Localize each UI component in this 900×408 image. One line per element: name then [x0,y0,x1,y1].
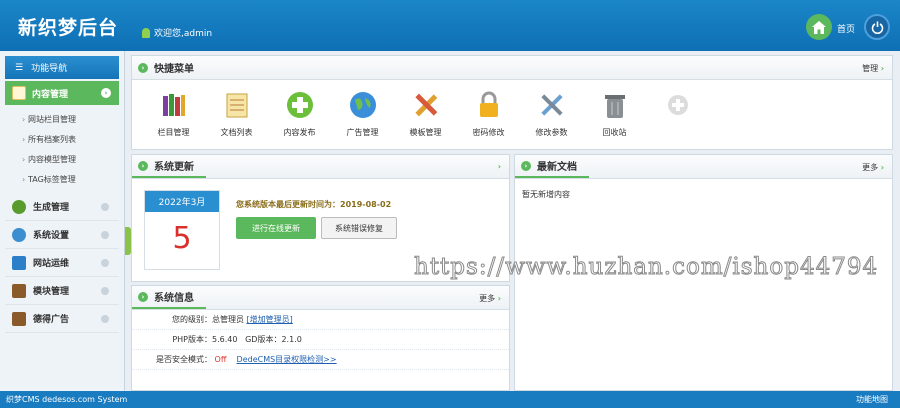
globe-icon [349,92,376,118]
sidebar-sub-archives[interactable]: 所有档案列表 [0,129,124,149]
monitor-icon [12,255,26,270]
sidebar-item-generate[interactable]: 生成管理 [5,193,119,221]
quick-item-category[interactable]: 栏目管理 [142,90,205,138]
notepad-icon [226,93,247,118]
quick-item-password[interactable]: 密码修改 [457,90,520,138]
latest-empty-text: 暂无新增内容 [522,190,570,199]
lock-icon [479,91,498,117]
sidebar: ☰功能导航 内容管理› 网站栏目管理 所有档案列表 内容模型管理 TAG标签管理… [0,51,125,391]
chevron-right-icon: › [521,160,531,171]
sidebar-item-modules[interactable]: 模块管理 [5,277,119,305]
book-icon [12,311,26,326]
quick-item-doclist[interactable]: 文档列表 [205,90,268,138]
sidebar-item-settings[interactable]: 系统设置 [5,221,119,249]
add-icon [667,95,688,115]
tools-icon [540,94,563,116]
quick-menu-title: 快捷菜单 [154,64,194,75]
site-map-link[interactable]: 功能地图 [856,394,888,405]
list-icon: ☰ [15,62,24,73]
sidebar-sub-models[interactable]: 内容模型管理 [0,149,124,169]
sidebar-item-content[interactable]: 内容管理 › [5,81,119,105]
quick-manage-link[interactable]: 管理 › [862,63,884,74]
chevron-right-icon: › [138,291,148,302]
calendar-day: 5 [172,221,192,256]
system-info-title: 系统信息 [154,293,194,304]
book-icon [12,283,26,298]
nav-title: ☰ 功能导航 [5,56,119,79]
info-row-safe: 是否安全模式： Off DedeCMS目录权限检测>> [132,350,509,370]
sidebar-sub-tags[interactable]: TAG标签管理 [0,169,124,189]
gears-icon [12,227,26,242]
quick-item-templates[interactable]: 模板管理 [394,90,457,138]
sidebar-sub-category[interactable]: 网站栏目管理 [0,109,124,129]
quick-menu-grid: 栏目管理 文档列表 内容发布 广告管理 模板管理 密码修改 修改参数 回收站 [142,90,709,138]
watermark: https://www.huzhan.com/ishop44794 [413,254,879,281]
calendar-month: 2022年3月 [145,191,219,212]
update-more-icon[interactable]: › [498,162,501,171]
home-icon[interactable] [806,14,832,40]
quick-item-publish[interactable]: 内容发布 [268,90,331,138]
welcome-text: 欢迎您,admin [142,26,212,39]
online-update-button[interactable]: 进行在线更新 [236,217,316,239]
system-update-title: 系统更新 [154,162,194,173]
quick-item-recycle[interactable]: 回收站 [583,90,646,138]
footer-bar: 织梦CMS dedesos.com System 功能地图 [0,391,900,408]
pencil-ruler-icon [414,93,437,117]
chevron-right-icon: › [138,62,148,73]
latest-docs-title: 最新文档 [537,162,577,173]
calendar-widget: 2022年3月 5 [144,190,220,270]
sysinfo-more-link[interactable]: 更多 › [479,293,501,304]
quick-item-add[interactable] [646,90,709,138]
trash-icon [604,95,625,118]
chevron-right-icon: › [101,88,111,98]
main-area: › 快捷菜单 管理 › 栏目管理 文档列表 内容发布 广告管理 模板管理 密码修改 … [131,51,900,391]
quick-menu-panel: › 快捷菜单 管理 › 栏目管理 文档列表 内容发布 广告管理 模板管理 密码修改 … [131,55,893,150]
latest-more-link[interactable]: 更多 › [862,162,884,173]
edit-icon [12,86,26,100]
footer-copyright: 织梦CMS dedesos.com System [6,395,128,404]
update-notice: 您系统版本最后更新时间为：2019-08-02 [236,200,392,209]
plus-circle-icon [286,92,313,118]
sidebar-item-ops[interactable]: 网站运维 [5,249,119,277]
info-row-php: PHP版本： 5.6.40 GD版本：2.1.0 [132,330,509,350]
sidebar-item-ads[interactable]: 德得广告 [5,305,119,333]
tree-icon [12,199,26,214]
books-icon [162,94,185,116]
error-fix-button[interactable]: 系统错误修复 [321,217,397,239]
power-icon[interactable] [864,14,890,40]
system-info-panel: › 系统信息 更多 › 您的级别： 总管理员 [增加管理员] PHP版本： 5.6.40… [131,285,510,391]
info-row-level: 您的级别： 总管理员 [增加管理员] [132,310,509,330]
top-header: 新织梦后台 欢迎您,admin 首页 [0,0,900,51]
user-icon [142,27,150,38]
add-admin-link[interactable]: [增加管理员] [247,314,293,325]
permission-check-link[interactable]: DedeCMS目录权限检测>> [237,354,337,365]
quick-item-params[interactable]: 修改参数 [520,90,583,138]
home-link[interactable]: 首页 [837,22,855,35]
chevron-right-icon: › [138,160,148,171]
quick-item-ads[interactable]: 广告管理 [331,90,394,138]
logo: 新织梦后台 [18,17,119,39]
